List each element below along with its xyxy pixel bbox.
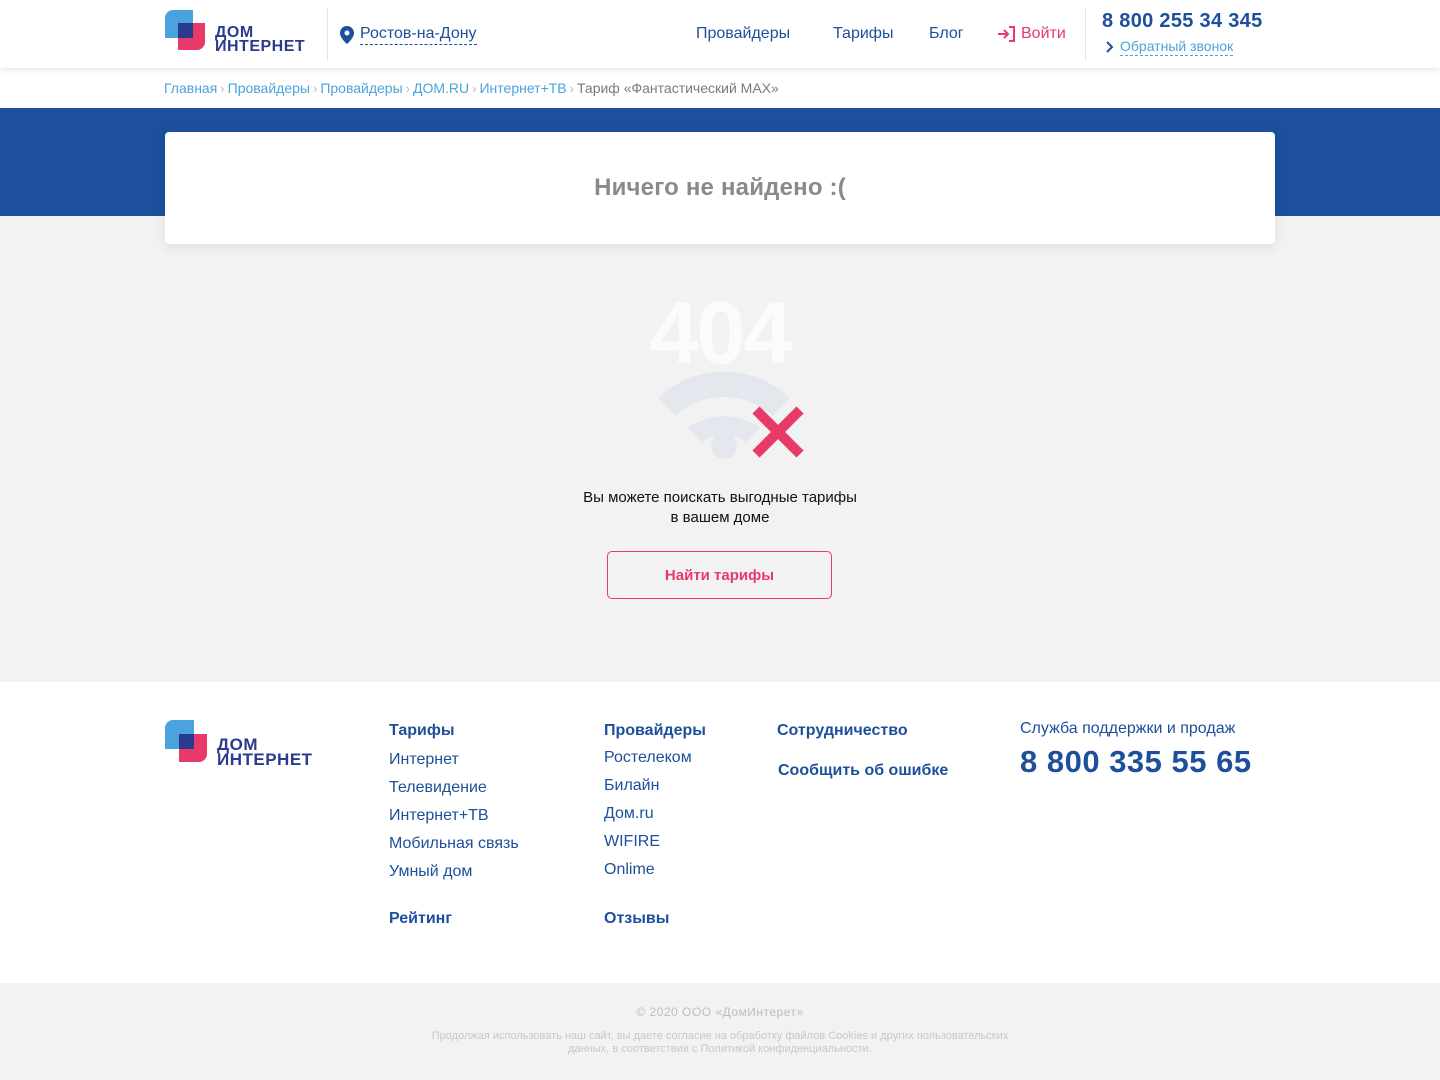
search-hint: Вы можете поискать выгодные тарифы в ваш… <box>520 488 920 528</box>
chevron-right-icon: › <box>220 80 225 96</box>
nav-providers[interactable]: Провайдеры <box>696 25 790 43</box>
page-title: Ничего не найдено :( <box>594 174 846 201</box>
breadcrumb-link[interactable]: Провайдеры <box>228 80 310 96</box>
legal-bar: © 2020 ООО «ДомИнтерет» Продолжая исполь… <box>0 983 1440 1080</box>
chevron-right-icon: › <box>472 80 477 96</box>
breadcrumb-link[interactable]: Главная <box>164 80 217 96</box>
title-card: Ничего не найдено :( <box>165 132 1275 244</box>
callback-label: Обратный звонок <box>1120 38 1234 56</box>
site-logo[interactable]: ДОМ ИНТЕРНЕТ <box>165 10 315 56</box>
chevron-right-icon <box>1106 40 1114 53</box>
footer-link-internet[interactable]: Интернет <box>389 750 519 770</box>
footer-rating-link[interactable]: Рейтинг <box>389 910 452 928</box>
breadcrumb-list: Главная › Провайдеры › Провайдеры › ДОМ.RU › Инт… <box>164 80 779 96</box>
support-title: Служба поддержки и продаж <box>1020 720 1236 737</box>
nav-blog[interactable]: Блог <box>929 25 964 43</box>
wifi-off-icon <box>658 371 804 459</box>
logo-text-line2: ИНТЕРНЕТ <box>217 750 313 769</box>
breadcrumb-link[interactable]: Провайдеры <box>320 80 402 96</box>
breadcrumb-current: Тариф «Фантастический MAX» <box>576 80 779 96</box>
chevron-right-icon: › <box>312 80 318 96</box>
footer-logo[interactable]: ДОМ ИНТЕРНЕТ <box>165 720 335 770</box>
nav-tariffs[interactable]: Тарифы <box>833 25 893 43</box>
footer-tariffs-heading[interactable]: Тарифы <box>389 722 455 739</box>
footer-link-wifire[interactable]: WIFIRE <box>604 832 706 852</box>
report-error-link[interactable]: Сообщить об ошибке <box>778 762 948 780</box>
site-footer: ДОМ ИНТЕРНЕТ Тарифы Интернет Телевидение… <box>0 682 1440 983</box>
site-header: ДОМ ИНТЕРНЕТ Ростов-на-Дону Провайдеры Т… <box>0 0 1440 68</box>
footer-link-smart-home[interactable]: Умный дом <box>389 862 519 882</box>
login-button[interactable]: Войти <box>997 25 1066 43</box>
breadcrumb-link[interactable]: Интернет+ТВ <box>479 80 566 96</box>
divider <box>1085 8 1086 60</box>
breadcrumb: Главная › Провайдеры › Провайдеры › ДОМ.RU › Инт… <box>0 68 1440 108</box>
footer-reviews-link[interactable]: Отзывы <box>604 910 669 928</box>
footer-cooperation-link[interactable]: Сотрудничество <box>777 722 908 740</box>
footer-link-mobile[interactable]: Мобильная связь <box>389 834 519 854</box>
footer-link-rostelecom[interactable]: Ростелеком <box>604 748 706 768</box>
chevron-right-icon: › <box>569 80 574 96</box>
breadcrumb-link[interactable]: ДОМ.RU <box>413 80 469 96</box>
find-tariffs-button[interactable]: Найти тарифы <box>607 551 832 599</box>
search-hint-line2: в вашем доме <box>670 509 770 526</box>
footer-providers-column: Провайдеры Ростелеком Билайн Дом.ru WIFI… <box>604 722 706 880</box>
logo-shape-navy <box>179 734 194 749</box>
callback-link[interactable]: Обратный звонок <box>1106 37 1234 56</box>
footer-link-beeline[interactable]: Билайн <box>604 776 706 796</box>
login-label: Войти <box>1021 25 1066 42</box>
footer-link-internet-tv[interactable]: Интернет+ТВ <box>389 806 519 826</box>
copyright: © 2020 ООО «ДомИнтерет» <box>636 1005 804 1019</box>
city-selector[interactable]: Ростов-на-Дону <box>340 24 477 45</box>
footer-providers-heading[interactable]: Провайдеры <box>604 722 706 739</box>
logo-shape-navy <box>178 23 193 38</box>
logo-text-line2: ИНТЕРНЕТ <box>215 38 306 55</box>
cookie-notice: Продолжая использовать наш сайт, вы дает… <box>431 1030 1009 1055</box>
footer-link-domru[interactable]: Дом.ru <box>604 804 706 824</box>
chevron-right-icon: › <box>405 80 410 96</box>
footer-tariffs-column: Тарифы Интернет Телевидение Интернет+ТВ … <box>389 722 519 882</box>
divider <box>327 8 328 60</box>
search-hint-line1: Вы можете поискать выгодные тарифы <box>583 489 857 506</box>
login-icon <box>998 26 1015 42</box>
footer-link-tv[interactable]: Телевидение <box>389 778 519 798</box>
support-phone[interactable]: 8 800 335 55 65 <box>1020 744 1252 780</box>
header-phone[interactable]: 8 800 255 34 345 <box>1102 10 1263 33</box>
city-name: Ростов-на-Дону <box>360 24 477 45</box>
map-pin-icon <box>340 25 354 44</box>
footer-link-onlime[interactable]: Onlime <box>604 860 706 880</box>
